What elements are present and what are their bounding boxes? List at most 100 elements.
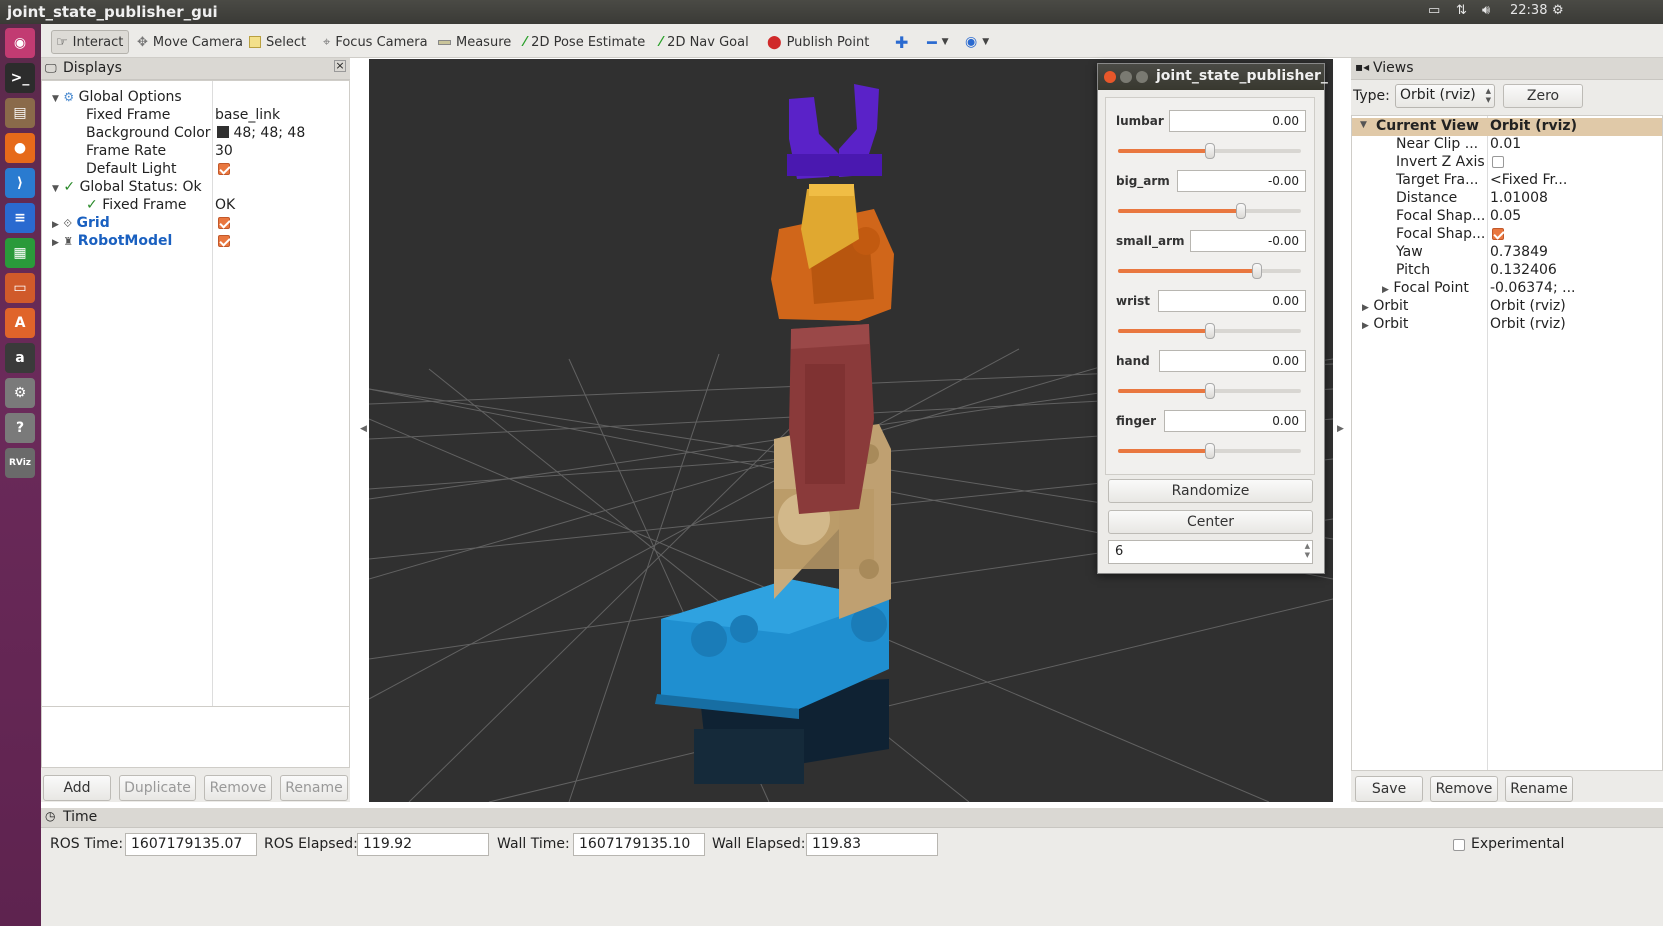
displays-panel: 🖵︎ Displays × ▼ ⚙ Global Options Fixed F… xyxy=(41,58,350,802)
slider-count-spinbox[interactable]: 6 ▲ ▼ xyxy=(1108,540,1313,564)
select-tool-button[interactable]: Select xyxy=(245,30,310,54)
joint-value-field[interactable]: 0.00 xyxy=(1164,410,1306,432)
focal-point-row[interactable]: ▶ Focal Point xyxy=(1382,280,1469,298)
target-frame-value[interactable]: <Fixed Fr... xyxy=(1490,172,1567,190)
joint-slider[interactable] xyxy=(1118,443,1301,459)
remove-tool-icon[interactable]: ━ ▼ xyxy=(923,30,953,54)
pitch-value[interactable]: 0.132406 xyxy=(1490,262,1557,280)
wall-time-field[interactable]: 1607179135.10 xyxy=(573,833,705,856)
spin-arrows-icon[interactable]: ▲ ▼ xyxy=(1305,542,1310,560)
close-icon[interactable] xyxy=(1104,71,1116,83)
clock[interactable]: 22:38 xyxy=(1510,3,1547,18)
joint-slider[interactable] xyxy=(1118,263,1301,279)
remove-view-button[interactable]: Remove xyxy=(1430,776,1498,802)
right-collapse-arrow-icon[interactable]: ▶ xyxy=(1337,424,1344,434)
move-camera-tool-button[interactable]: ✥ Move Camera xyxy=(133,30,247,54)
joint-state-publisher-window: joint_state_publisher_ lumbar 0.00 big_a… xyxy=(1097,63,1328,574)
rename-view-button[interactable]: Rename xyxy=(1505,776,1573,802)
fixed-frame-value[interactable]: base_link xyxy=(215,107,280,125)
default-light-label: Default Light xyxy=(86,161,177,177)
frame-rate-label: Frame Rate xyxy=(86,143,167,159)
save-view-button[interactable]: Save xyxy=(1355,776,1423,802)
joint-value-field[interactable]: 0.00 xyxy=(1158,290,1306,312)
default-light-checkbox[interactable] xyxy=(218,163,230,181)
software-center-icon[interactable]: A xyxy=(5,308,35,338)
focal-point-value[interactable]: -0.06374; ... xyxy=(1490,280,1575,298)
grid-checkbox[interactable] xyxy=(218,217,230,235)
time-title: Time xyxy=(63,809,98,825)
remove-display-button[interactable]: Remove xyxy=(204,775,272,801)
randomize-button[interactable]: Randomize xyxy=(1108,479,1313,503)
joint-slider[interactable] xyxy=(1118,203,1301,219)
publish-point-tool-button[interactable]: ⬤ Publish Point xyxy=(763,30,873,54)
joint-slider[interactable] xyxy=(1118,383,1301,399)
volume-icon[interactable]: 🔊︎ xyxy=(1482,3,1490,18)
tree-row-grid[interactable]: ▶ ⟐ Grid xyxy=(52,215,110,233)
center-button[interactable]: Center xyxy=(1108,510,1313,534)
near-clip-value[interactable]: 0.01 xyxy=(1490,136,1521,154)
yaw-value[interactable]: 0.73849 xyxy=(1490,244,1548,262)
robot-model-checkbox[interactable] xyxy=(218,235,230,253)
add-tool-icon[interactable]: ✚ xyxy=(891,30,912,54)
saved-view-row[interactable]: ▶ Orbit xyxy=(1362,298,1408,316)
tree-row-current-view[interactable]: ▼ Current View Orbit (rviz) xyxy=(1352,118,1662,136)
maximize-icon[interactable] xyxy=(1136,71,1148,83)
firefox-icon[interactable]: ● xyxy=(5,133,35,163)
views-tree[interactable]: ▼ Current View Orbit (rviz) Near Clip ..… xyxy=(1351,115,1663,771)
view-type-select[interactable]: Orbit (rviz) ▲ ▼ xyxy=(1395,84,1495,108)
left-collapse-arrow-icon[interactable]: ◀ xyxy=(360,424,367,434)
writer-icon[interactable]: ≡ xyxy=(5,203,35,233)
tree-row-global-options[interactable]: ▼ ⚙ Global Options xyxy=(52,89,182,107)
eye-icon[interactable]: ◉ ▼ xyxy=(961,30,993,54)
saved-view-value: Orbit (rviz) xyxy=(1490,316,1566,332)
zero-button[interactable]: Zero xyxy=(1503,84,1583,108)
help-icon[interactable]: ? xyxy=(5,413,35,443)
gear-icon[interactable]: ⚙ xyxy=(1552,3,1564,18)
settings-icon[interactable]: ⚙ xyxy=(5,378,35,408)
close-icon[interactable]: × xyxy=(334,60,346,72)
tree-row-robot-model[interactable]: ▶ ♜ RobotModel xyxy=(52,233,172,251)
impress-icon[interactable]: ▭ xyxy=(5,273,35,303)
nav-goal-tool-button[interactable]: ⁄ 2D Nav Goal xyxy=(656,30,753,54)
terminal-icon[interactable]: >_ xyxy=(5,63,35,93)
joint-slider[interactable] xyxy=(1118,143,1301,159)
duplicate-display-button[interactable]: Duplicate xyxy=(119,775,196,801)
saved-view-row[interactable]: ▶ Orbit xyxy=(1362,316,1408,334)
robot-finger-link xyxy=(787,84,882,179)
displays-tree[interactable]: ▼ ⚙ Global Options Fixed Frame base_link… xyxy=(41,80,350,760)
joint-value-field[interactable]: -0.00 xyxy=(1190,230,1306,252)
keyboard-icon[interactable]: ▭ xyxy=(1428,3,1440,18)
focus-camera-tool-button[interactable]: ⌖ Focus Camera xyxy=(319,30,432,54)
joint-value-field[interactable]: -0.00 xyxy=(1177,170,1306,192)
joint-value-field[interactable]: 0.00 xyxy=(1169,110,1306,132)
joint-slider[interactable] xyxy=(1118,323,1301,339)
calc-icon[interactable]: ▦ xyxy=(5,238,35,268)
tree-row-global-status[interactable]: ▼ ✓ Global Status: Ok xyxy=(52,179,202,197)
experimental-checkbox[interactable] xyxy=(1453,839,1465,855)
vscode-icon[interactable]: ⟩ xyxy=(5,168,35,198)
ros-time-field[interactable]: 1607179135.07 xyxy=(125,833,257,856)
files-icon[interactable]: ▤ xyxy=(5,98,35,128)
amazon-icon[interactable]: a xyxy=(5,343,35,373)
interact-tool-button[interactable]: ☞ Interact xyxy=(51,30,129,54)
minimize-icon[interactable] xyxy=(1120,71,1132,83)
pose-estimate-tool-button[interactable]: ⁄ 2D Pose Estimate xyxy=(520,30,649,54)
measure-tool-button[interactable]: Measure xyxy=(434,30,515,54)
network-icon[interactable]: ⇅ xyxy=(1456,3,1467,18)
wall-elapsed-field[interactable]: 119.83 xyxy=(806,833,938,856)
joint-sliders-container: lumbar 0.00 big_arm -0.00 small_arm -0.0… xyxy=(1105,97,1315,475)
joint-value-field[interactable]: 0.00 xyxy=(1159,350,1306,372)
chevron-updown-icon: ▲ ▼ xyxy=(1485,87,1491,104)
background-color-value[interactable]: 48; 48; 48 xyxy=(217,125,305,143)
rename-display-button[interactable]: Rename xyxy=(280,775,348,801)
focal-shape-size-value[interactable]: 0.05 xyxy=(1490,208,1521,226)
rviz-icon[interactable]: RViz xyxy=(5,448,35,478)
tree-row-fixed-frame-status[interactable]: ✓ Fixed Frame xyxy=(86,197,187,215)
ros-elapsed-field[interactable]: 119.92 xyxy=(357,833,489,856)
ubuntu-dash-icon[interactable]: ◉ xyxy=(5,28,35,58)
fixed-frame-label: Fixed Frame xyxy=(86,107,171,123)
distance-value[interactable]: 1.01008 xyxy=(1490,190,1548,208)
jsp-title-bar[interactable]: joint_state_publisher_ xyxy=(1098,64,1328,90)
frame-rate-value[interactable]: 30 xyxy=(215,143,233,161)
add-display-button[interactable]: Add xyxy=(43,775,111,801)
